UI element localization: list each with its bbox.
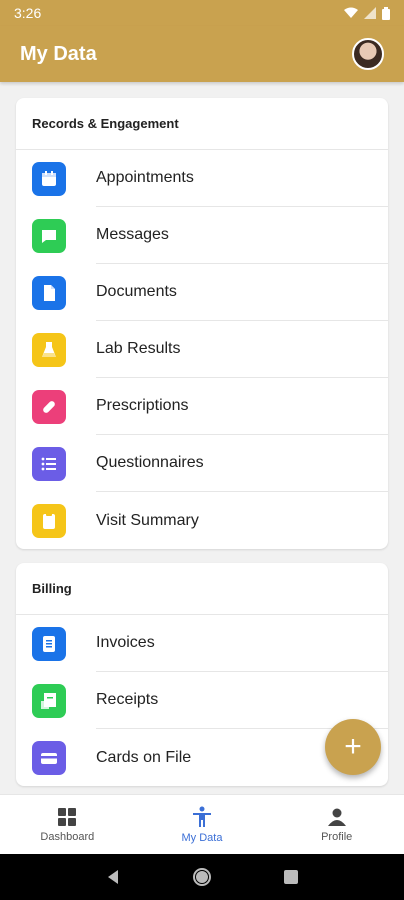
list-icon — [32, 446, 66, 481]
menu-item-label: Lab Results — [96, 321, 388, 378]
chat-icon — [32, 218, 66, 253]
calendar-icon — [32, 161, 66, 196]
section-header: Records & Engagement — [16, 98, 388, 150]
menu-item-label: Prescriptions — [96, 378, 388, 435]
nav-dashboard[interactable]: Dashboard — [0, 795, 135, 854]
avatar[interactable] — [352, 38, 384, 70]
menu-item-label: Documents — [96, 264, 388, 321]
flask-icon — [32, 332, 66, 367]
app-bar: My Data — [0, 26, 404, 82]
menu-item-label: Visit Summary — [96, 511, 199, 529]
records-section: Records & Engagement Appointments Messag… — [16, 98, 388, 549]
menu-item-label: Messages — [96, 207, 388, 264]
dashboard-icon — [58, 807, 77, 826]
menu-item-questionnaires[interactable]: Questionnaires — [16, 435, 388, 492]
back-icon[interactable] — [105, 869, 121, 885]
page-title: My Data — [20, 42, 97, 65]
menu-item-visit-summary[interactable]: Visit Summary — [16, 492, 388, 549]
invoice-icon — [32, 626, 66, 661]
pill-icon — [32, 389, 66, 424]
document-icon — [32, 275, 66, 310]
nav-label: Profile — [321, 830, 353, 843]
home-icon[interactable] — [192, 867, 212, 887]
battery-icon — [382, 6, 390, 20]
credit-card-icon — [32, 740, 66, 775]
nav-label: Dashboard — [40, 830, 95, 843]
status-time: 3:26 — [14, 5, 42, 21]
menu-item-label: Appointments — [96, 150, 388, 207]
menu-item-receipts[interactable]: Receipts — [16, 672, 388, 729]
menu-item-documents[interactable]: Documents — [16, 264, 388, 321]
nav-profile[interactable]: Profile — [269, 795, 404, 854]
wifi-icon — [344, 7, 358, 18]
status-icons — [344, 6, 390, 20]
section-header: Billing — [16, 563, 388, 615]
main-content[interactable]: Records & Engagement Appointments Messag… — [0, 82, 404, 794]
signal-icon — [364, 7, 376, 19]
menu-item-prescriptions[interactable]: Prescriptions — [16, 378, 388, 435]
nav-my-data[interactable]: My Data — [135, 795, 270, 854]
add-button[interactable]: + — [325, 719, 381, 775]
menu-item-invoices[interactable]: Invoices — [16, 615, 388, 672]
menu-item-label: Questionnaires — [96, 435, 388, 492]
recents-icon[interactable] — [283, 869, 299, 885]
system-nav-bar — [0, 854, 404, 900]
menu-item-messages[interactable]: Messages — [16, 207, 388, 264]
menu-item-appointments[interactable]: Appointments — [16, 150, 388, 207]
receipt-icon — [32, 683, 66, 718]
menu-item-lab-results[interactable]: Lab Results — [16, 321, 388, 378]
status-bar: 3:26 — [0, 0, 404, 26]
accessibility-icon — [193, 806, 211, 827]
bottom-nav: Dashboard My Data Profile — [0, 794, 404, 854]
nav-label: My Data — [181, 831, 223, 844]
clipboard-icon — [32, 503, 66, 538]
menu-item-label: Invoices — [96, 615, 388, 672]
person-icon — [327, 808, 346, 826]
